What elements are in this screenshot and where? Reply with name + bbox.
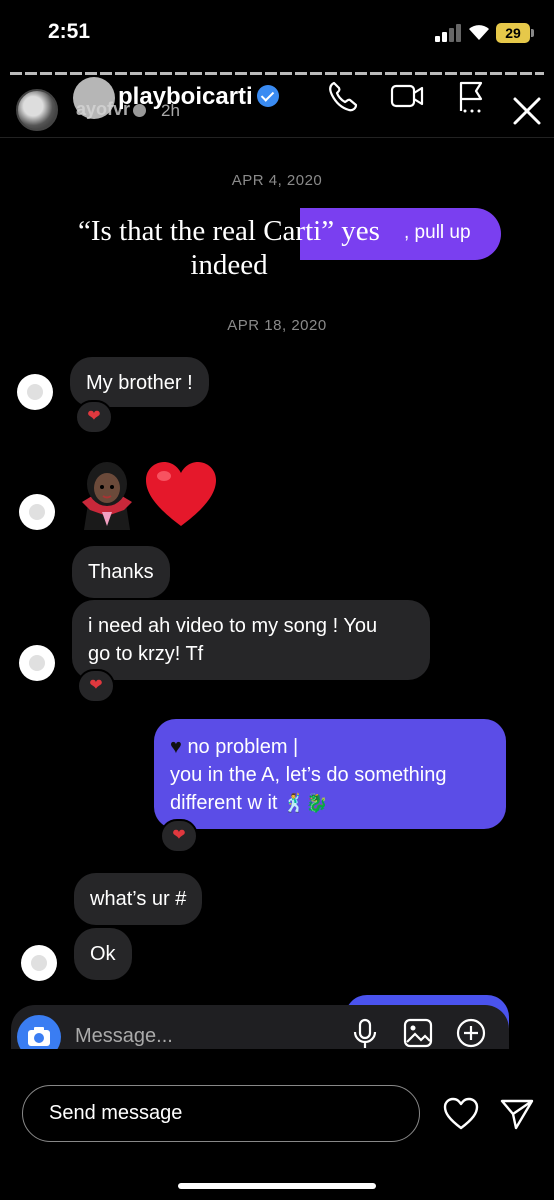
message-composer[interactable]: Message... [11,1005,509,1049]
sender-avatar[interactable] [19,494,55,530]
chat-username[interactable]: playboicarti [118,83,279,111]
sender-avatar[interactable] [21,945,57,981]
battery-icon: 29 [496,23,534,43]
story-caption: “Is that the real Carti” yes indeed [78,215,380,281]
message-bubble[interactable]: Thanks [72,546,170,598]
sender-avatar[interactable] [19,645,55,681]
status-bar: 2:51 29 [0,0,554,64]
heart-reaction-icon[interactable]: ❤ [77,669,115,703]
message-bubble[interactable]: what’s ur # [74,873,203,925]
wifi-icon [469,25,489,40]
date-separator: APR 18, 2020 [227,317,327,334]
home-indicator [178,1183,376,1189]
microphone-icon[interactable] [349,1017,381,1049]
flag-icon[interactable] [455,79,489,113]
send-message-input[interactable]: Send message [22,1085,420,1142]
header-divider [0,137,554,138]
sender-avatar[interactable] [17,374,53,410]
cellular-signal-icon [435,24,463,42]
video-call-icon[interactable] [390,79,424,113]
message-input[interactable]: Message... [75,1025,173,1048]
date-separator: APR 4, 2020 [231,172,323,189]
gallery-icon[interactable] [402,1017,434,1049]
chat-header: playboicarti [0,75,554,137]
phone-icon[interactable] [326,79,360,113]
pull-up-text: , pull up [404,222,471,243]
status-time: 2:51 [48,20,91,43]
message-bubble[interactable]: i need ah video to my song ! You go to k… [72,600,430,680]
heart-reaction-icon[interactable]: ❤ [160,819,198,853]
camera-icon[interactable] [17,1015,61,1049]
like-heart-icon[interactable] [443,1097,479,1131]
message-bubble[interactable]: Ok [74,928,132,980]
add-icon[interactable] [455,1017,487,1049]
vampire-emoji-icon [82,462,132,530]
send-icon[interactable] [499,1097,535,1131]
heart-emoji-icon [146,462,216,526]
heart-reaction-icon[interactable]: ❤ [75,400,113,434]
my-message-bubble[interactable]: ♥ no problem | you in the A, let’s do so… [154,719,506,829]
verified-icon [256,85,279,107]
chat-avatar[interactable] [73,77,115,119]
